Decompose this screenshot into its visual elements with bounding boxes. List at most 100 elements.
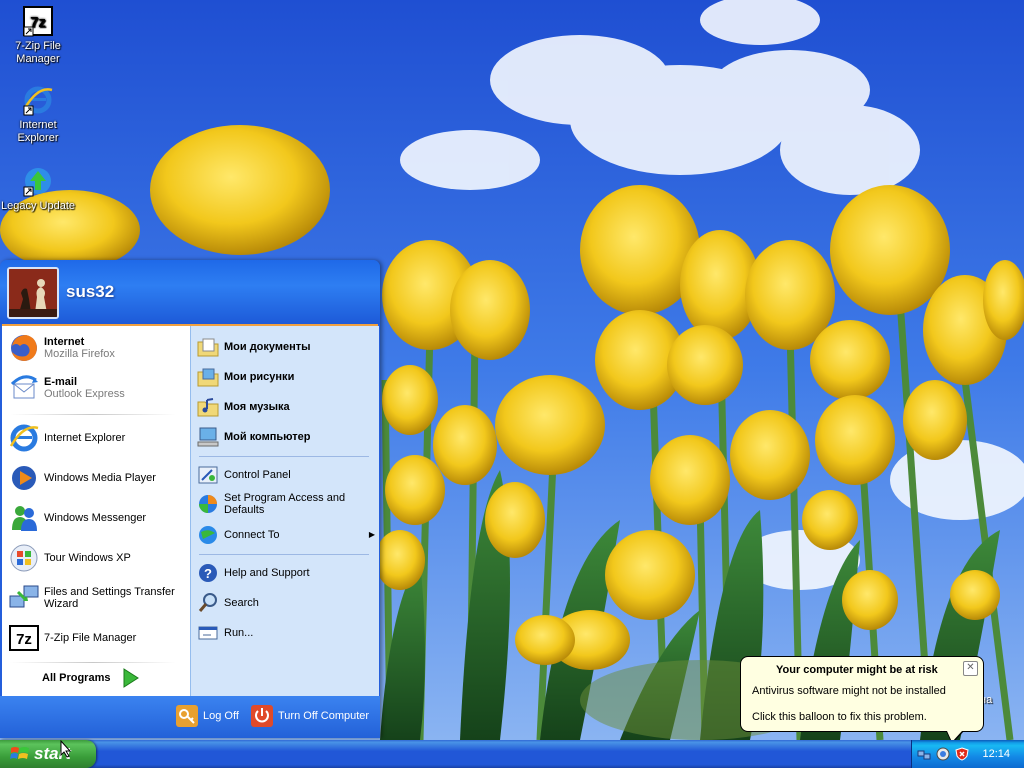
mouse-cursor-icon xyxy=(60,739,72,761)
place-my-computer[interactable]: Мой компьютер xyxy=(197,426,375,448)
setting-control-panel[interactable]: Control Panel xyxy=(197,464,375,486)
svg-text:7z: 7z xyxy=(16,631,32,648)
pinned-email-subtitle: Outlook Express xyxy=(44,388,125,400)
help-icon: ? xyxy=(197,562,219,584)
recent-item-label: Windows Media Player xyxy=(44,472,156,484)
computer-icon xyxy=(197,426,219,448)
outlook-icon xyxy=(8,372,40,404)
place-label: Моя музыка xyxy=(224,401,290,413)
run[interactable]: Run... xyxy=(197,622,375,644)
recent-files-settings-transfer[interactable]: Files and Settings Transfer Wizard xyxy=(8,580,184,616)
recent-windows-media-player[interactable]: Windows Media Player xyxy=(8,460,184,496)
start-menu-places: Мои документы Мои рисунки Моя музыка Мой… xyxy=(190,326,379,696)
start-menu-footer: Log Off Turn Off Computer xyxy=(0,696,380,738)
place-my-documents[interactable]: Мои документы xyxy=(197,336,375,358)
search[interactable]: Search xyxy=(197,592,375,614)
setting-label: Connect To xyxy=(224,529,280,541)
place-label: Мои документы xyxy=(224,341,311,353)
recent-item-label: Tour Windows XP xyxy=(44,552,131,564)
taskbar: start 12:14 xyxy=(0,739,1024,768)
setting-label: Set Program Access and Defaults xyxy=(224,492,346,516)
help-and-support[interactable]: ? Help and Support xyxy=(197,562,375,584)
7zip-icon: 7z xyxy=(8,622,40,654)
desktop-icon-legacy-update[interactable]: Legacy Update xyxy=(0,165,76,213)
balloon-message: Antivirus software might not be installe… xyxy=(752,685,946,697)
legacy-update-icon xyxy=(22,165,54,197)
security-alert-icon[interactable] xyxy=(955,747,969,761)
separator xyxy=(10,414,176,415)
ie-icon xyxy=(22,84,54,116)
pinned-internet[interactable]: Internet Mozilla Firefox xyxy=(8,330,184,366)
security-balloon[interactable]: Your computer might be at risk ✕ Antivir… xyxy=(740,656,984,744)
log-off-button[interactable]: Log Off xyxy=(176,705,239,727)
update-tray-icon[interactable] xyxy=(936,747,950,761)
transfer-wizard-icon xyxy=(8,582,40,614)
pinned-email[interactable]: E-mail Outlook Express xyxy=(8,370,184,406)
ie-icon xyxy=(8,422,40,454)
run-icon xyxy=(197,622,219,644)
power-icon xyxy=(251,705,273,727)
control-panel-icon xyxy=(197,464,219,486)
separator xyxy=(10,662,176,663)
start-menu-header: sus32 xyxy=(0,260,380,324)
all-programs-label: All Programs xyxy=(42,672,111,684)
place-my-pictures[interactable]: Мои рисунки xyxy=(197,366,375,388)
balloon-title: Your computer might be at risk xyxy=(776,664,938,676)
folder-documents-icon xyxy=(197,336,219,358)
7zip-icon: 7z xyxy=(22,5,54,37)
windows-logo-icon xyxy=(10,745,30,763)
start-button[interactable]: start xyxy=(0,740,96,768)
desktop-icon-label: Internet Explorer xyxy=(17,119,59,144)
tour-icon xyxy=(8,542,40,574)
desktop-icon-label: 7-Zip File Manager xyxy=(15,40,61,65)
recent-7zip[interactable]: 7z 7-Zip File Manager xyxy=(8,620,184,656)
close-icon[interactable]: ✕ xyxy=(963,661,978,676)
search-icon xyxy=(197,592,219,614)
recent-item-label: Internet Explorer xyxy=(44,432,126,444)
user-name: sus32 xyxy=(66,282,115,301)
place-my-music[interactable]: Моя музыка xyxy=(197,396,375,418)
recent-internet-explorer[interactable]: Internet Explorer xyxy=(8,420,184,456)
balloon-hint: Click this balloon to fix this problem. xyxy=(752,711,927,723)
place-label: Мои рисунки xyxy=(224,371,295,383)
media-player-icon xyxy=(8,462,40,494)
recent-item-label: 7-Zip File Manager xyxy=(44,632,137,644)
run-label: Run... xyxy=(224,627,254,639)
recent-tour-windows-xp[interactable]: Tour Windows XP xyxy=(8,540,184,576)
clock[interactable]: 12:14 xyxy=(982,748,1010,760)
recent-item-label: Files and Settings Transfer Wizard xyxy=(44,586,175,610)
user-avatar[interactable] xyxy=(7,267,59,319)
desktop-icon-7zip[interactable]: 7z 7-Zip File Manager xyxy=(0,5,76,66)
turn-off-label: Turn Off Computer xyxy=(278,710,370,722)
desktop-icon-internet-explorer[interactable]: Internet Explorer xyxy=(0,84,76,145)
messenger-icon xyxy=(8,502,40,534)
pinned-email-title: E-mail xyxy=(44,376,78,388)
folder-pictures-icon xyxy=(197,366,219,388)
recent-windows-messenger[interactable]: Windows Messenger xyxy=(8,500,184,536)
place-label: Мой компьютер xyxy=(224,431,311,443)
log-off-icon xyxy=(176,705,198,727)
setting-program-defaults[interactable]: Set Program Access and Defaults xyxy=(197,492,375,516)
start-menu: sus32 Internet Mozilla Firefox E-mail Ou… xyxy=(0,260,380,738)
submenu-arrow-icon: ▶ xyxy=(368,530,375,539)
start-menu-body: Internet Mozilla Firefox E-mail Outlook … xyxy=(2,324,379,696)
turn-off-button[interactable]: Turn Off Computer xyxy=(251,705,369,727)
separator xyxy=(199,456,369,457)
system-tray: 12:14 xyxy=(911,740,1024,768)
connect-icon xyxy=(197,524,219,546)
all-programs-button[interactable]: All Programs xyxy=(42,668,140,688)
setting-connect-to[interactable]: Connect To ▶ xyxy=(197,524,375,546)
program-defaults-icon xyxy=(197,493,219,515)
separator xyxy=(199,554,369,555)
setting-label: Control Panel xyxy=(224,469,291,481)
start-menu-programs: Internet Mozilla Firefox E-mail Outlook … xyxy=(2,326,190,696)
arrow-right-icon xyxy=(122,668,140,688)
svg-text:?: ? xyxy=(204,566,212,581)
help-label: Help and Support xyxy=(224,567,310,579)
search-label: Search xyxy=(224,597,259,609)
network-tray-icon[interactable] xyxy=(917,747,931,761)
recent-item-label: Windows Messenger xyxy=(44,512,147,524)
pinned-internet-subtitle: Mozilla Firefox xyxy=(44,348,115,360)
desktop-icon-label: Legacy Update xyxy=(1,200,75,212)
log-off-label: Log Off xyxy=(203,710,239,722)
